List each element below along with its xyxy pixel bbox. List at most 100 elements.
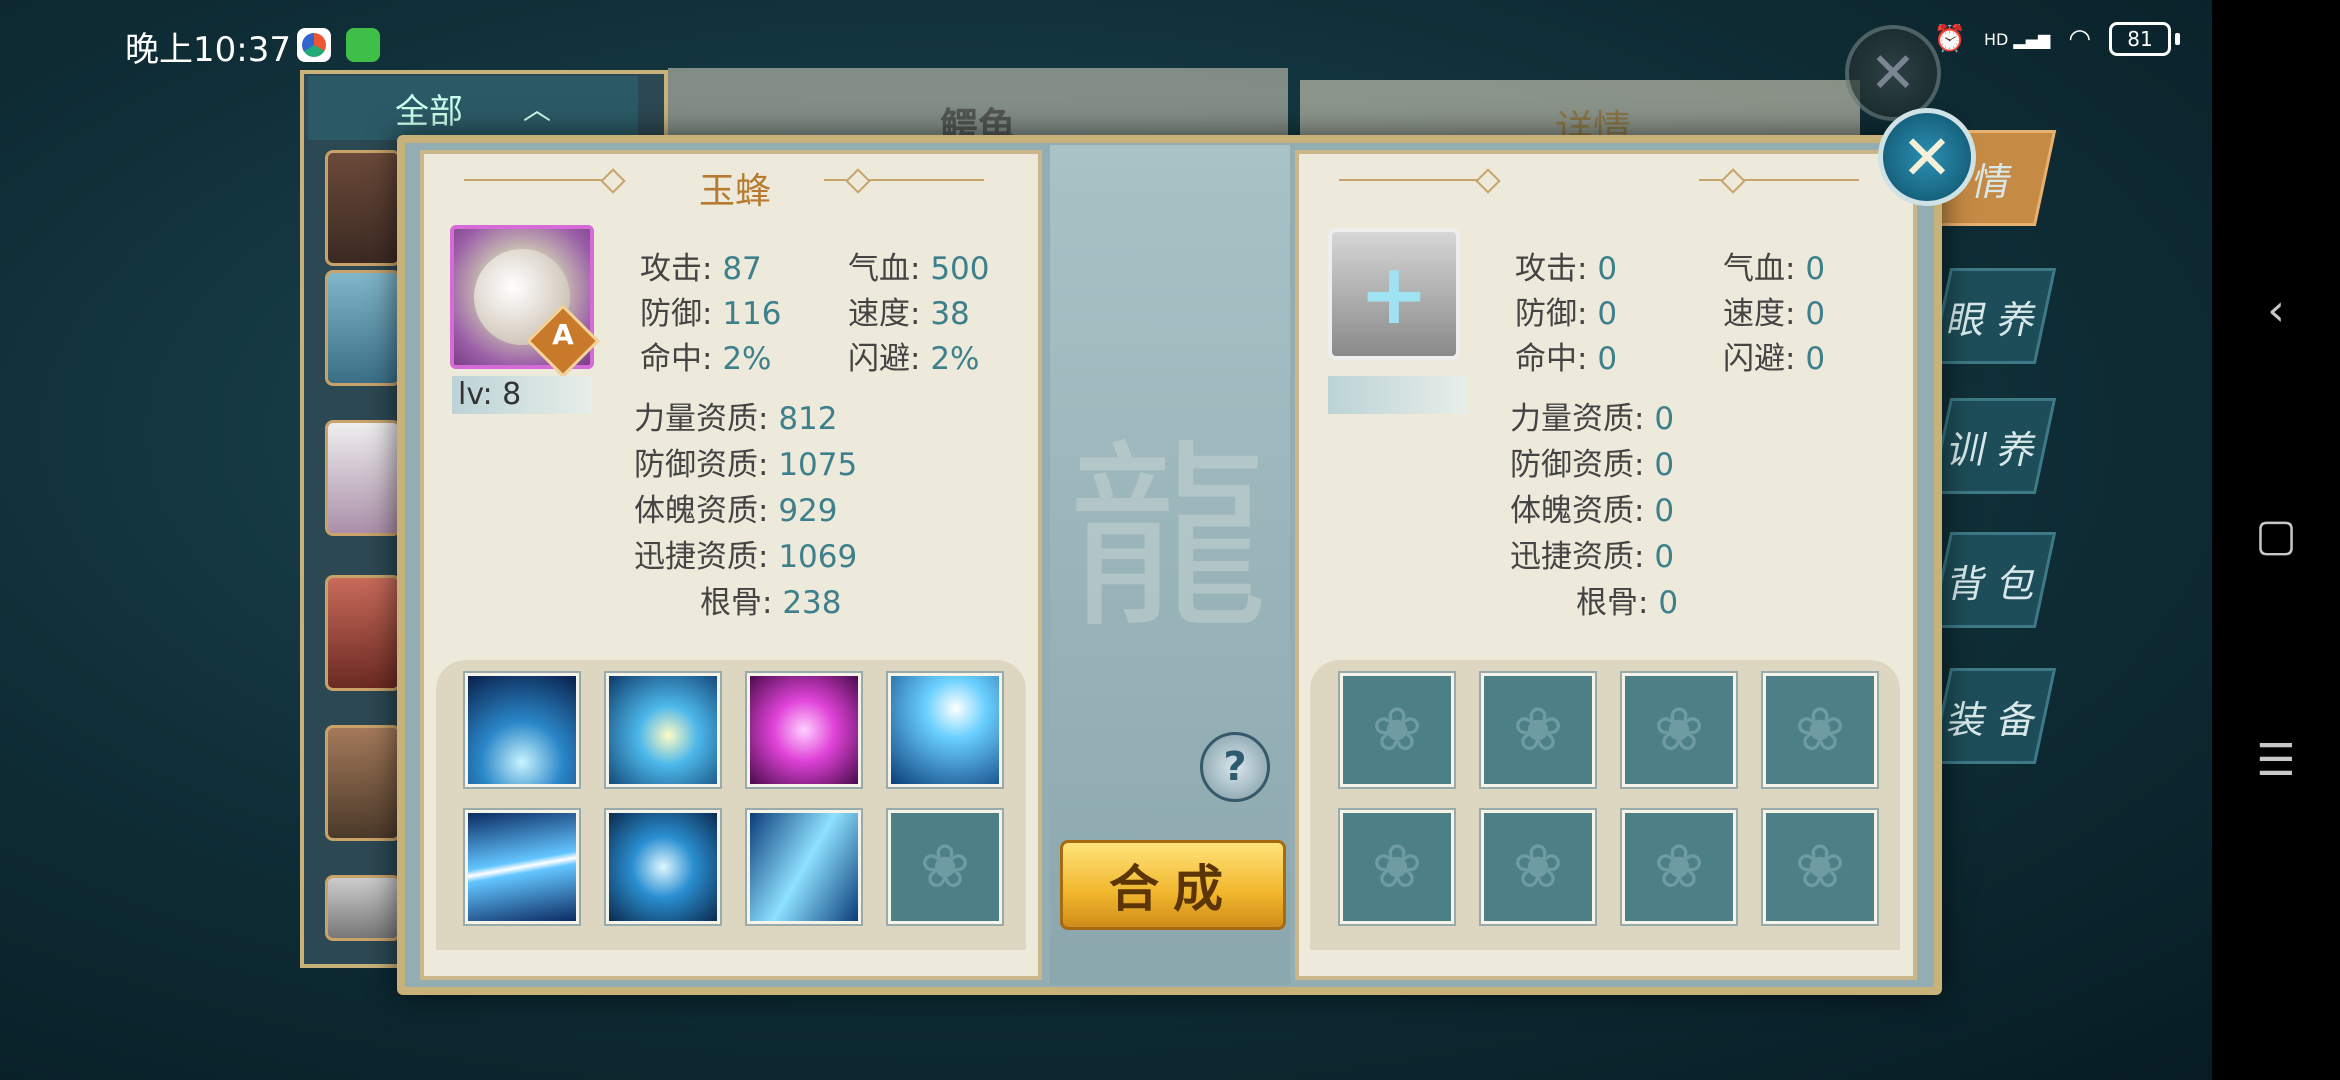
skill-slot-empty[interactable]: ❀ <box>888 810 1002 924</box>
stat-value: 500 <box>930 251 990 287</box>
stat-label: 力量资质: <box>634 401 769 437</box>
tab-nurture[interactable]: 眼 养 <box>1929 268 2057 364</box>
empty-slot-emblem-icon: ❀ <box>1794 695 1846 765</box>
level-text: lv: 8 <box>458 377 522 412</box>
stat-label: 闪避: <box>848 341 921 377</box>
signal-label: HD <box>1983 29 2009 49</box>
app-notification-icon <box>297 28 331 62</box>
pet-thumbnail[interactable] <box>325 725 401 841</box>
dodge-stat: 闪避: 0 <box>1723 333 1825 378</box>
plus-icon: + <box>1358 245 1430 343</box>
attack-stat: 攻击: 0 <box>1515 243 1617 288</box>
diamond-ornament-icon <box>1475 168 1501 194</box>
stat-value: 2% <box>722 341 772 377</box>
dodge-stat: 闪避: 2% <box>848 333 980 378</box>
skill-slot-empty[interactable]: ❀ <box>1763 810 1877 924</box>
stat-value: 812 <box>778 401 838 437</box>
stat-label: 攻击: <box>1515 251 1588 287</box>
stat-label: 防御资质: <box>634 447 769 483</box>
skill-slot-empty[interactable]: ❀ <box>1622 810 1736 924</box>
stat-label: 体魄资质: <box>634 493 769 529</box>
strength-aptitude: 力量资质: 812 <box>634 393 837 438</box>
tab-equip[interactable]: 装 备 <box>1929 668 2057 764</box>
bone-aptitude: 根骨: 238 <box>700 577 841 622</box>
skill-slot-cross-blade[interactable] <box>606 810 720 924</box>
skill-slot-empty[interactable]: ❀ <box>1622 673 1736 787</box>
stat-label: 防御: <box>640 296 713 332</box>
pet-thumbnail[interactable] <box>325 150 401 266</box>
hit-stat: 命中: 2% <box>640 333 772 378</box>
hit-stat: 命中: 0 <box>1515 333 1617 378</box>
stat-label: 防御资质: <box>1510 447 1645 483</box>
defense-aptitude: 防御资质: 1075 <box>634 439 857 484</box>
diamond-ornament-icon <box>600 168 626 194</box>
tab-bag[interactable]: 背 包 <box>1929 532 2057 628</box>
stat-label: 迅捷资质: <box>1510 539 1645 575</box>
empty-slot-emblem-icon: ❀ <box>1371 695 1423 765</box>
home-icon[interactable]: ▢ <box>2212 510 2340 561</box>
hp-stat: 气血: 0 <box>1723 243 1825 288</box>
bone-aptitude: 根骨: 0 <box>1576 577 1678 622</box>
defense-stat: 防御: 116 <box>640 288 781 333</box>
empty-slot-emblem-icon: ❀ <box>919 832 971 902</box>
tab-label: 眼 养 <box>1943 297 2041 342</box>
skill-slot-thunder-storm[interactable] <box>888 673 1002 787</box>
back-icon[interactable]: ‹ <box>2212 285 2340 336</box>
speed-stat: 速度: 38 <box>848 288 970 333</box>
empty-slot-emblem-icon: ❀ <box>1794 832 1846 902</box>
skill-slot-ice-burst[interactable] <box>465 673 579 787</box>
empty-slot-emblem-icon: ❀ <box>1512 832 1564 902</box>
menu-icon[interactable]: ☰ <box>2212 735 2340 786</box>
diamond-ornament-icon <box>1720 168 1746 194</box>
add-pet-button[interactable]: + <box>1328 228 1460 360</box>
stat-label: 气血: <box>1723 251 1796 287</box>
stat-label: 根骨: <box>1576 585 1649 621</box>
help-button[interactable]: ? <box>1200 732 1270 802</box>
filter-dropdown[interactable]: 全部 ︿ <box>308 76 638 140</box>
close-icon[interactable]: ✕ <box>1845 25 1941 121</box>
combine-button[interactable]: 合成 <box>1060 840 1286 930</box>
stat-value: 1075 <box>778 447 858 483</box>
stat-value: 0 <box>1805 341 1826 377</box>
close-icon[interactable]: ✕ <box>1878 108 1976 206</box>
stat-value: 38 <box>930 296 970 332</box>
pet-thumbnail[interactable] <box>325 575 401 691</box>
skill-slot-empty[interactable]: ❀ <box>1340 673 1454 787</box>
stat-label: 速度: <box>1723 296 1796 332</box>
attack-stat: 攻击: 87 <box>640 243 762 288</box>
physique-aptitude: 体魄资质: 929 <box>634 485 837 530</box>
battery-level: 81 <box>2127 27 2153 51</box>
empty-slot-emblem-icon: ❀ <box>1653 832 1705 902</box>
skill-slot-empty[interactable]: ❀ <box>1763 673 1877 787</box>
skill-slot-pink-vortex[interactable] <box>747 673 861 787</box>
chevron-up-icon: ︿ <box>522 93 551 126</box>
stat-value: 87 <box>722 251 762 287</box>
stat-value: 929 <box>778 493 838 529</box>
skill-slot-blade-wind[interactable] <box>465 810 579 924</box>
pet-thumbnail[interactable] <box>325 875 401 941</box>
pet-thumbnail[interactable] <box>325 270 401 386</box>
alarm-icon: ⏰ <box>1933 24 1966 54</box>
empty-slot-emblem-icon: ❀ <box>1653 695 1705 765</box>
agility-aptitude: 迅捷资质: 1069 <box>634 531 857 576</box>
stat-value: 0 <box>1805 251 1826 287</box>
tab-train[interactable]: 训 养 <box>1929 398 2057 494</box>
stat-value: 1069 <box>778 539 858 575</box>
skill-slot-empty[interactable]: ❀ <box>1481 673 1595 787</box>
stat-value: 0 <box>1654 401 1675 437</box>
tab-label: 背 包 <box>1943 561 2041 606</box>
stat-label: 体魄资质: <box>1510 493 1645 529</box>
skill-slot-empty[interactable]: ❀ <box>1340 810 1454 924</box>
skill-slot-swift-arrow[interactable] <box>747 810 861 924</box>
navigation-bar: ‹ ▢ ☰ <box>2212 0 2340 1080</box>
skill-slot-shield-strike[interactable] <box>606 673 720 787</box>
pet-thumbnail[interactable] <box>325 420 401 536</box>
stat-label: 攻击: <box>640 251 713 287</box>
stat-value: 0 <box>1597 251 1618 287</box>
stat-value: 2% <box>930 341 980 377</box>
skill-slot-empty[interactable]: ❀ <box>1481 810 1595 924</box>
stat-value: 0 <box>1654 539 1675 575</box>
status-time: 晚上10:37 <box>125 30 291 70</box>
stat-value: 0 <box>1658 585 1679 621</box>
stat-value: 116 <box>722 296 782 332</box>
